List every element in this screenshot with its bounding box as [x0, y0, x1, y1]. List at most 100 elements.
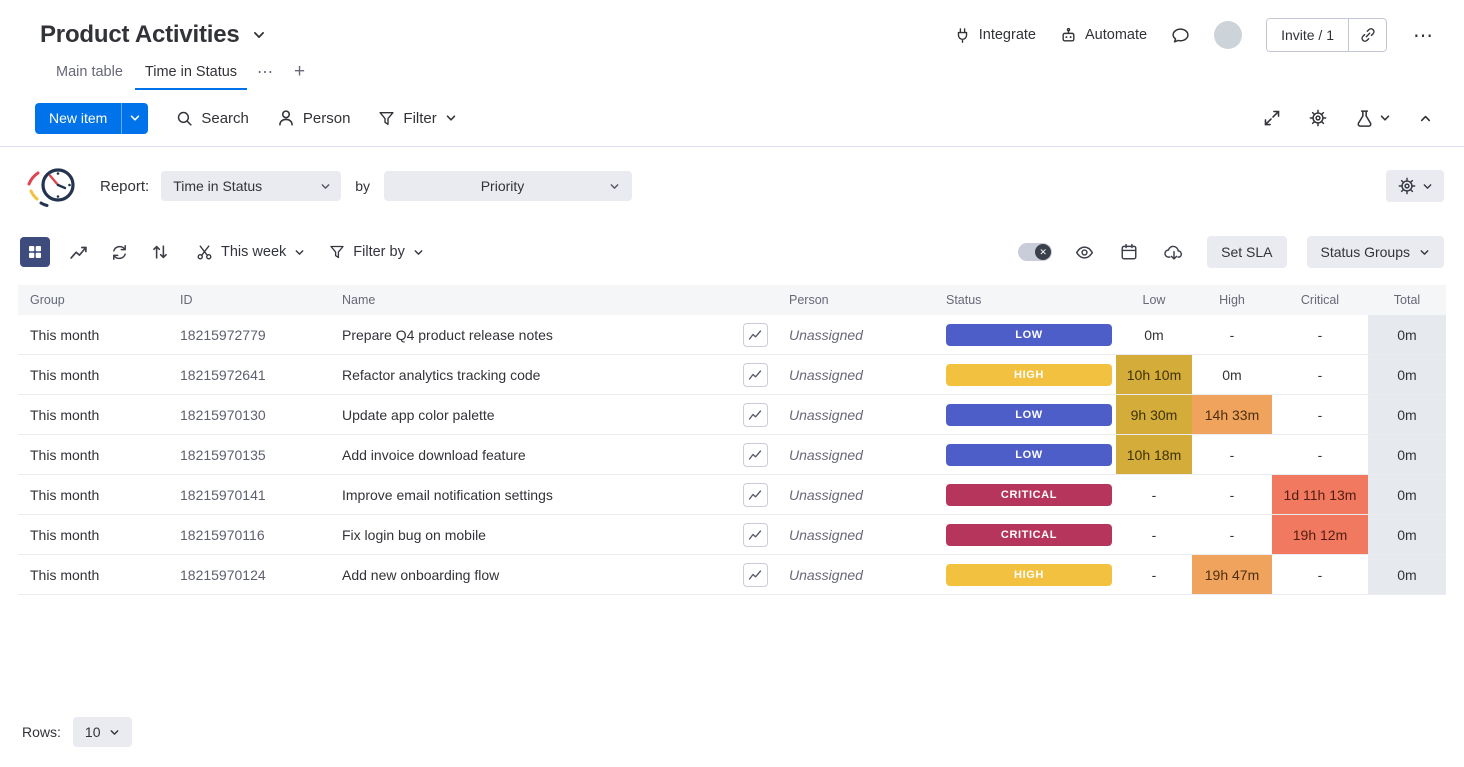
- new-item-button[interactable]: New item: [35, 103, 121, 134]
- cell-name[interactable]: Add invoice download feature: [320, 435, 736, 474]
- cell-person: Unassigned: [774, 435, 931, 474]
- report-dimension-select[interactable]: Priority: [384, 171, 632, 201]
- report-label: Report:: [100, 178, 149, 195]
- sort-button[interactable]: [148, 240, 172, 264]
- status-badge[interactable]: CRITICAL: [946, 484, 1112, 506]
- table-row[interactable]: This month 18215970141 Improve email not…: [18, 475, 1446, 515]
- status-badge[interactable]: LOW: [946, 444, 1112, 466]
- line-chart-icon: [748, 448, 762, 462]
- cell-status: LOW: [931, 315, 1116, 354]
- status-badge[interactable]: LOW: [946, 324, 1112, 346]
- automate-button[interactable]: Automate: [1060, 27, 1147, 44]
- row-chart-button[interactable]: [743, 563, 768, 587]
- person-filter-button[interactable]: Person: [277, 109, 351, 127]
- cell-name[interactable]: Prepare Q4 product release notes: [320, 315, 736, 354]
- tab-options-icon[interactable]: ⋯: [249, 58, 282, 86]
- toggle-switch[interactable]: ✕: [1018, 243, 1052, 261]
- copy-link-button[interactable]: [1348, 19, 1386, 51]
- view-settings-button[interactable]: [1307, 107, 1329, 129]
- table-row[interactable]: This month 18215970130 Update app color …: [18, 395, 1446, 435]
- status-badge[interactable]: CRITICAL: [946, 524, 1112, 546]
- cell-low: 10h 10m: [1116, 355, 1192, 394]
- cell-name[interactable]: Fix login bug on mobile: [320, 515, 736, 554]
- cell-name[interactable]: Improve email notification settings: [320, 475, 736, 514]
- expand-icon: [1263, 109, 1281, 127]
- integrate-button[interactable]: Integrate: [954, 27, 1036, 44]
- cell-total: 0m: [1368, 395, 1446, 434]
- report-type-select[interactable]: Time in Status: [161, 171, 341, 201]
- status-badge[interactable]: HIGH: [946, 564, 1112, 586]
- filter-button[interactable]: Filter: [378, 110, 456, 127]
- cell-critical: -: [1272, 315, 1368, 354]
- row-chart-button[interactable]: [743, 523, 768, 547]
- invite-button[interactable]: Invite / 1: [1267, 19, 1348, 51]
- refresh-button[interactable]: [107, 240, 132, 265]
- table-view-button[interactable]: [20, 237, 50, 267]
- app-window: Product Activities Integrate Automate In…: [0, 0, 1464, 767]
- cell-name[interactable]: Refactor analytics tracking code: [320, 355, 736, 394]
- table-row[interactable]: This month 18215970135 Add invoice downl…: [18, 435, 1446, 475]
- cell-low: 0m: [1116, 315, 1192, 354]
- table-row[interactable]: This month 18215972779 Prepare Q4 produc…: [18, 315, 1446, 355]
- chevron-up-icon: [1419, 112, 1432, 125]
- time-in-status-logo: [20, 160, 82, 212]
- time-range-select[interactable]: This week: [196, 244, 305, 261]
- tab-time-in-status[interactable]: Time in Status: [135, 55, 247, 89]
- avatar[interactable]: [1214, 21, 1242, 49]
- table-header-row: Group ID Name Person Status Low High Cri…: [18, 285, 1446, 315]
- new-item-dropdown-button[interactable]: [121, 103, 148, 134]
- table-row[interactable]: This month 18215970124 Add new onboardin…: [18, 555, 1446, 595]
- grid-icon: [27, 244, 43, 260]
- rows-per-page-select[interactable]: 10: [73, 717, 133, 747]
- cell-id: 18215970116: [160, 515, 320, 554]
- filter-label: Filter: [403, 110, 436, 127]
- cell-chart: [736, 555, 774, 594]
- row-chart-button[interactable]: [743, 363, 768, 387]
- row-chart-button[interactable]: [743, 323, 768, 347]
- row-chart-button[interactable]: [743, 443, 768, 467]
- row-chart-button[interactable]: [743, 403, 768, 427]
- cell-high: 14h 33m: [1192, 395, 1272, 434]
- collapse-header-button[interactable]: [1417, 110, 1434, 127]
- cell-name[interactable]: Update app color palette: [320, 395, 736, 434]
- set-sla-button[interactable]: Set SLA: [1207, 236, 1286, 268]
- cell-group: This month: [18, 555, 160, 594]
- chevron-down-icon: [129, 112, 141, 124]
- table-row[interactable]: This month 18215970116 Fix login bug on …: [18, 515, 1446, 555]
- table-row[interactable]: This month 18215972641 Refactor analytic…: [18, 355, 1446, 395]
- status-badge[interactable]: LOW: [946, 404, 1112, 426]
- export-button[interactable]: [1161, 240, 1187, 264]
- search-button[interactable]: Search: [176, 110, 249, 127]
- cell-id: 18215970124: [160, 555, 320, 594]
- fullscreen-button[interactable]: [1261, 107, 1283, 129]
- report-settings-button[interactable]: [1386, 170, 1444, 202]
- apps-menu-button[interactable]: [1353, 107, 1393, 130]
- board-chat-button[interactable]: [1171, 26, 1190, 45]
- cell-status: HIGH: [931, 555, 1116, 594]
- cell-name[interactable]: Add new onboarding flow: [320, 555, 736, 594]
- visibility-button[interactable]: [1072, 240, 1097, 265]
- person-label: Person: [303, 110, 351, 127]
- row-chart-button[interactable]: [743, 483, 768, 507]
- cell-high: -: [1192, 435, 1272, 474]
- status-badge[interactable]: HIGH: [946, 364, 1112, 386]
- page-title[interactable]: Product Activities: [40, 21, 240, 49]
- eye-icon: [1075, 243, 1094, 262]
- add-view-button[interactable]: +: [284, 59, 315, 85]
- cell-high: -: [1192, 515, 1272, 554]
- cloud-download-icon: [1164, 243, 1184, 261]
- cell-total: 0m: [1368, 515, 1446, 554]
- status-groups-select[interactable]: Status Groups: [1307, 236, 1445, 268]
- calendar-button[interactable]: [1117, 240, 1141, 264]
- tab-main-table[interactable]: Main table: [46, 55, 133, 89]
- filter-by-select[interactable]: Filter by: [329, 244, 424, 260]
- chart-view-button[interactable]: [66, 240, 91, 265]
- report-type-value: Time in Status: [173, 178, 262, 194]
- cell-total: 0m: [1368, 355, 1446, 394]
- toggle-knob: ✕: [1035, 244, 1051, 260]
- cell-critical: 1d 11h 13m: [1272, 475, 1368, 514]
- board-options-menu-button[interactable]: ⋯: [1411, 23, 1436, 48]
- board-title-menu-button[interactable]: [250, 26, 268, 44]
- chevron-down-icon: [252, 28, 266, 42]
- gear-icon: [1398, 177, 1416, 195]
